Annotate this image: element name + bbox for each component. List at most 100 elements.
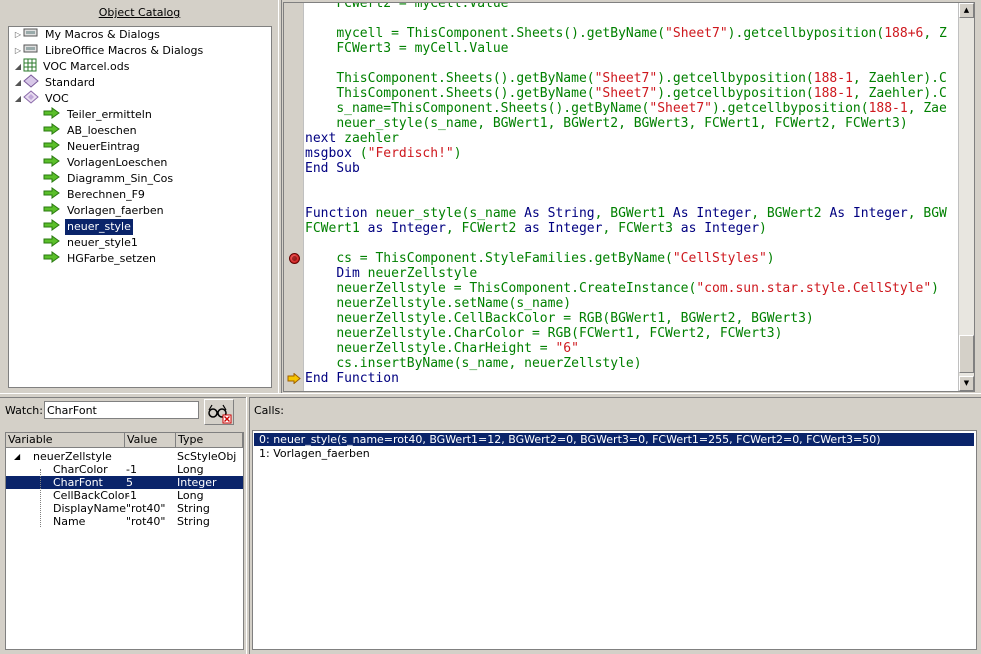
tree-item[interactable]: ◢ VOC xyxy=(13,89,71,107)
tree-item[interactable]: Teiler_ermitteln xyxy=(33,106,154,124)
code-line[interactable]: neuerZellstyle.CharHeight = "6" xyxy=(305,341,579,356)
watch-row[interactable]: CharFont 5 Integer xyxy=(6,476,243,489)
tree-item[interactable]: Berechnen_F9 xyxy=(33,186,147,203)
code-token: ).getcellbyposition( xyxy=(657,71,814,86)
editor-vertical-scrollbar[interactable]: ▲ ▼ xyxy=(958,3,974,391)
tree-item[interactable]: AB_loeschen xyxy=(33,122,139,139)
code-line[interactable]: Dim neuerZellstyle xyxy=(305,266,477,281)
breakpoint-icon[interactable] xyxy=(289,253,300,264)
code-line[interactable]: FCWert1 as Integer, FCWert2 as Integer, … xyxy=(305,221,767,236)
code-token: , Zaehler).C xyxy=(852,71,947,86)
horizontal-splitter[interactable] xyxy=(0,393,981,398)
editor-gutter[interactable] xyxy=(284,3,304,391)
code-line[interactable]: neuerZellstyle = ThisComponent.CreateIns… xyxy=(305,281,939,296)
code-token: cs.insertByName(s_name, neuerZellstyle) xyxy=(336,356,642,371)
code-line[interactable]: Function neuer_style(s_name As String, B… xyxy=(305,206,947,221)
code-line[interactable]: mycell = ThisComponent.Sheets().getByNam… xyxy=(305,26,947,41)
watch-type: Integer xyxy=(177,476,217,489)
watch-input[interactable] xyxy=(44,401,199,419)
code-token: End Function xyxy=(305,371,399,386)
watch-col-type[interactable]: Type xyxy=(176,433,243,448)
watch-row[interactable]: CellBackColor -1 Long xyxy=(6,489,243,502)
code-token: ) xyxy=(759,221,767,236)
macro-icon xyxy=(43,250,61,268)
code-line[interactable]: End Function xyxy=(305,371,399,386)
code-token: as Integer xyxy=(680,221,760,236)
watch-row[interactable]: DisplayName "rot40" String xyxy=(6,502,243,515)
watch-row[interactable]: ◢ neuerZellstyle ScStyleObj xyxy=(6,450,243,463)
code-token: mycell = ThisComponent.Sheets().getByNam… xyxy=(336,26,666,41)
tree-item[interactable]: Vorlagen_faerben xyxy=(33,202,166,219)
code-token: "Sheet7" xyxy=(594,71,658,86)
code-line[interactable]: neuer_style(s_name, BGWert1, BGWert2, BG… xyxy=(305,116,907,131)
code-line[interactable]: End Sub xyxy=(305,161,360,176)
code-token: "Ferdisch!" xyxy=(367,146,454,161)
code-token: cs = ThisComponent.StyleFamilies.getByNa… xyxy=(336,251,673,266)
watch-table[interactable]: Variable Value Type ◢ neuerZellstyle ScSty… xyxy=(5,432,244,650)
vertical-splitter-bottom[interactable] xyxy=(246,397,250,654)
code-line[interactable]: neuerZellstyle.setName(s_name) xyxy=(305,296,571,311)
call-stack-item[interactable]: 0: neuer_style(s_name=rot40, BGWert1=12,… xyxy=(254,433,974,446)
code-line[interactable]: cs = ThisComponent.StyleFamilies.getByNa… xyxy=(305,251,774,266)
code-token: ).getcellbyposition( xyxy=(712,101,869,116)
tree-item[interactable]: Diagramm_Sin_Cos xyxy=(33,170,175,188)
macro-icon xyxy=(43,170,61,188)
code-area[interactable]: FCWert2 = myCell.Value mycell = ThisComp… xyxy=(304,3,959,391)
code-line[interactable]: ThisComponent.Sheets().getByName("Sheet7… xyxy=(305,86,947,101)
code-token: "CellStyles" xyxy=(672,251,767,266)
tree-item[interactable]: neuer_style1 xyxy=(33,234,140,251)
tree-item[interactable]: ▷ LibreOffice Macros & Dialogs xyxy=(13,43,205,59)
code-editor[interactable]: FCWert2 = myCell.Value mycell = ThisComp… xyxy=(283,2,975,392)
object-catalog-title: Object Catalog xyxy=(98,6,181,19)
scroll-up-button[interactable]: ▲ xyxy=(959,3,974,18)
tree-item[interactable]: ▷ My Macros & Dialogs xyxy=(13,27,162,43)
code-line[interactable]: next zaehler xyxy=(305,131,399,146)
code-line[interactable]: neuerZellstyle.CharColor = RGB(FCWert1, … xyxy=(305,326,782,341)
code-line[interactable]: msgbox ("Ferdisch!") xyxy=(305,146,462,161)
tree-item[interactable]: HGFarbe_setzen xyxy=(33,250,158,268)
watch-type: Long xyxy=(177,463,204,476)
macro-icon xyxy=(43,106,61,124)
code-line[interactable]: cs.insertByName(s_name, neuerZellstyle) xyxy=(305,356,642,371)
code-token: as Integer xyxy=(524,221,603,236)
tree-item-label: Teiler_ermitteln xyxy=(67,108,152,121)
remove-watch-button[interactable] xyxy=(204,399,234,425)
code-line[interactable]: FCWert3 = myCell.Value xyxy=(305,41,509,56)
code-line[interactable]: FCWert2 = myCell.Value xyxy=(305,3,508,11)
calls-list[interactable]: 0: neuer_style(s_name=rot40, BGWert1=12,… xyxy=(252,430,977,650)
computer-icon xyxy=(23,27,39,44)
code-token: , Z xyxy=(923,26,947,41)
code-line[interactable]: neuerZellstyle.CellBackColor = RGB(BGWer… xyxy=(305,311,813,326)
scroll-down-button[interactable]: ▼ xyxy=(959,376,974,391)
code-token: neuerZellstyle.setName(s_name) xyxy=(336,296,572,311)
code-line[interactable]: s_name=ThisComponent.Sheets().getByName(… xyxy=(305,101,947,116)
tree-expander-icon[interactable]: ◢ xyxy=(13,59,23,75)
vertical-splitter-top[interactable] xyxy=(278,0,282,395)
watch-row[interactable]: Name "rot40" String xyxy=(6,515,243,528)
code-token: neuerZellstyle xyxy=(367,266,478,281)
watch-col-variable[interactable]: Variable xyxy=(6,433,125,448)
tree-item[interactable]: VorlagenLoeschen xyxy=(33,154,169,171)
code-token: FCWert1 xyxy=(305,221,368,236)
call-stack-item[interactable]: 1: Vorlagen_faerben xyxy=(254,447,974,460)
watch-expander-icon[interactable]: ◢ xyxy=(14,450,20,463)
tree-expander-icon[interactable]: ▷ xyxy=(13,27,23,43)
tree-expander-icon[interactable]: ▷ xyxy=(13,43,23,59)
watch-col-value[interactable]: Value xyxy=(125,433,176,448)
code-token: 188-1 xyxy=(813,71,853,86)
scroll-thumb[interactable] xyxy=(959,335,974,373)
tree-expander-icon[interactable]: ◢ xyxy=(13,91,23,107)
watch-variable: DisplayName xyxy=(53,502,126,515)
watch-row[interactable]: CharColor -1 Long xyxy=(6,463,243,476)
tree-item[interactable]: NeuerEintrag xyxy=(33,138,142,155)
code-token: 188-1 xyxy=(868,101,908,116)
code-line[interactable]: ThisComponent.Sheets().getByName("Sheet7… xyxy=(305,71,947,86)
object-catalog-tree[interactable]: ▷ My Macros & Dialogs ▷ LibreOffice Macros … xyxy=(8,26,272,388)
tree-expander-icon[interactable]: ◢ xyxy=(13,75,23,91)
code-token: FCWert3 = myCell.Value xyxy=(336,41,509,56)
tree-item[interactable]: neuer_style xyxy=(33,218,134,236)
code-token: 188+6 xyxy=(884,26,924,41)
